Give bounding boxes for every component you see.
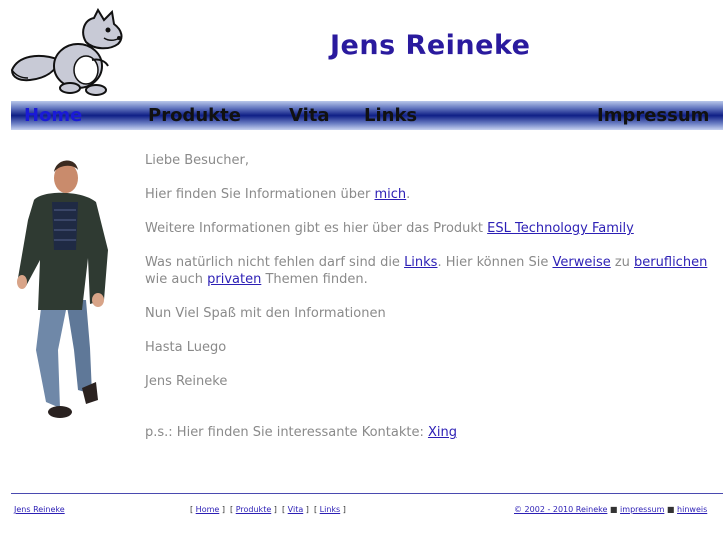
link-esl-technology-family[interactable]: ESL Technology Family	[487, 221, 634, 236]
nav-impressum[interactable]: Impressum	[597, 105, 709, 126]
text-segment: . Hier können Sie	[437, 255, 553, 270]
footer-nav: [ Home ] [ Produkte ] [ Vita ] [ Links ]	[190, 505, 346, 514]
link-links[interactable]: Links	[404, 255, 437, 270]
closing-text: Nun Viel Spaß mit den Informationen	[145, 306, 386, 321]
link-mich[interactable]: mich	[375, 187, 407, 202]
link-beruflichen[interactable]: beruflichen	[634, 255, 707, 270]
footer-link-home[interactable]: Home	[196, 505, 220, 514]
footer-link-produkte[interactable]: Produkte	[236, 505, 272, 514]
footer-link-vita[interactable]: Vita	[288, 505, 304, 514]
footer-author: Jens Reineke	[14, 505, 65, 514]
portrait-photo	[17, 160, 108, 418]
main-content: Liebe Besucher, Hier finden Sie Informat…	[145, 152, 720, 441]
nav-vita[interactable]: Vita	[289, 105, 330, 126]
main-nav: Home Produkte Vita Links Impressum	[11, 101, 723, 130]
text-segment: zu	[610, 255, 635, 270]
link-verweise[interactable]: Verweise	[552, 255, 610, 270]
greeting-text: Liebe Besucher,	[145, 153, 250, 168]
intro-paragraph: Hier finden Sie Informationen über mich.	[145, 186, 720, 203]
site-title: Jens Reineke	[330, 30, 531, 61]
text-segment: Hier finden Sie Informationen über	[145, 187, 375, 202]
footer-author-link[interactable]: Jens Reineke	[14, 505, 65, 514]
farewell-text: Hasta Luego	[145, 340, 227, 355]
footer-copyright-link[interactable]: © 2002 - 2010 Reineke	[514, 505, 607, 514]
product-paragraph: Weitere Informationen gibt es hier über …	[145, 220, 720, 237]
footer-divider	[11, 493, 723, 494]
links-paragraph: Was natürlich nicht fehlen darf sind die…	[145, 254, 720, 288]
text-segment: wie auch	[145, 272, 208, 287]
text-segment: Was natürlich nicht fehlen darf sind die	[145, 255, 405, 270]
nav-home[interactable]: Home	[24, 105, 82, 126]
postscript-paragraph: p.s.: Hier finden Sie interessante Konta…	[145, 424, 720, 441]
signature-text: Jens Reineke	[145, 374, 228, 389]
text-segment: Themen finden.	[261, 272, 368, 287]
link-privaten[interactable]: privaten	[207, 272, 261, 287]
text-segment: .	[406, 187, 411, 202]
footer-hinweis-link[interactable]: hinweis	[677, 505, 707, 514]
footer-link-links[interactable]: Links	[320, 505, 341, 514]
text-segment: Weitere Informationen gibt es hier über …	[145, 221, 488, 236]
footer-legal: © 2002 - 2010 Reineke ■ impressum ■ hinw…	[514, 505, 708, 514]
nav-links[interactable]: Links	[364, 105, 417, 126]
text-segment: p.s.: Hier finden Sie interessante Konta…	[145, 425, 428, 440]
link-xing[interactable]: Xing	[428, 425, 457, 440]
footer-impressum-link[interactable]: impressum	[620, 505, 664, 514]
nav-produkte[interactable]: Produkte	[148, 105, 241, 126]
fox-logo	[10, 8, 123, 96]
